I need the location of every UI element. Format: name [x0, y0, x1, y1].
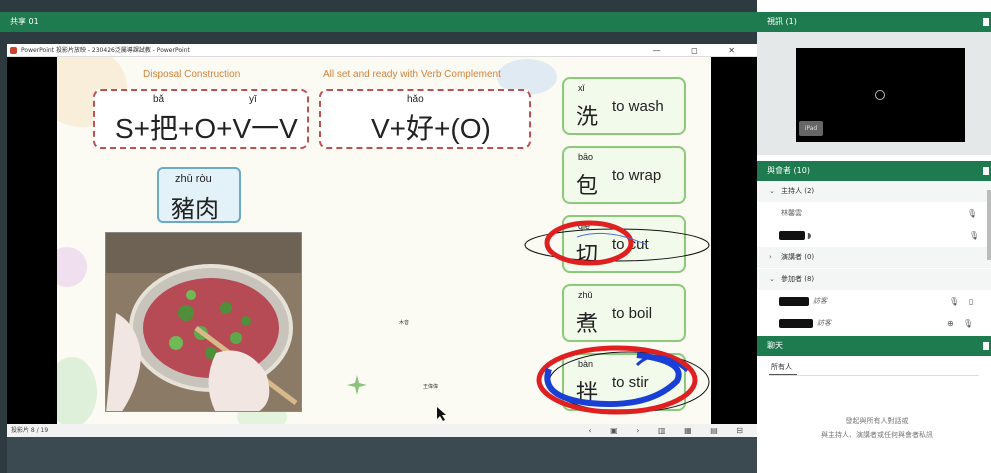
powerpoint-window[interactable]: PowerPoint 投影片放映 - 230426泛屬導課試教 - PowerP…	[7, 44, 757, 437]
cooking-photo-drawing	[106, 233, 301, 411]
slide-letterbox-left	[7, 57, 57, 424]
guest-label: 訪客	[817, 319, 831, 327]
attendee-row[interactable]: 訪客 ⊕ 🎙	[757, 313, 991, 334]
section-title-verb-complement: All set and ready with Verb Complement	[323, 69, 501, 80]
pork-pinyin: zhū ròu	[175, 173, 212, 185]
pork-hanzi: 豬肉	[171, 195, 219, 223]
redacted-name	[779, 319, 813, 328]
chevron-down-icon: ⌄	[769, 275, 775, 283]
device-phone-icon: ▯	[969, 297, 974, 306]
mic-off-icon[interactable]: 🎙	[963, 313, 973, 334]
redacted-name	[779, 297, 809, 306]
mic-off-icon[interactable]: 🎙	[949, 291, 959, 312]
panel-menu-icon[interactable]	[983, 167, 989, 175]
globe-icon: ⊕	[947, 319, 954, 328]
share-header: 共享 01	[0, 12, 757, 32]
presenter-cursor-label: 木音	[399, 320, 410, 326]
chevron-down-icon: ⌄	[769, 187, 775, 195]
verb-pinyin: xǐ	[578, 83, 585, 93]
attendees-scrollbar[interactable]	[987, 190, 991, 260]
ink-annotations	[524, 220, 710, 415]
share-bottom-bar	[7, 437, 757, 473]
slideshow-controls[interactable]: ‹ ▣ › ▥ ▦ ▤ ⊟	[588, 424, 751, 437]
attendee-row[interactable]: 林馨雲 🎙	[757, 203, 991, 224]
video-panel-title: 視訊 (1)	[767, 17, 797, 26]
attendee-name: 林馨雲	[781, 209, 802, 217]
video-panel-header[interactable]: 視訊 (1)	[757, 12, 991, 32]
chat-empty-hint-2: 與主持人、演講者或任何與會者私訊	[821, 431, 933, 439]
slide-letterbox-right	[711, 57, 757, 424]
section-title-disposal: Disposal Construction	[143, 69, 241, 80]
decor-blob	[57, 357, 97, 424]
verb-hanzi: 洗	[576, 105, 599, 130]
slide-counter: 投影片 8 / 19	[11, 427, 49, 434]
attendees-panel-header[interactable]: 與會者 (10)	[757, 161, 991, 181]
ppt-titlebar: PowerPoint 投影片放映 - 230426泛屬導課試教 - PowerP…	[7, 44, 757, 57]
chat-empty-hint-1: 發起與所有人對話或	[845, 417, 909, 425]
verb-pinyin: bāo	[578, 152, 594, 162]
formula-pinyin-yi: yī	[249, 94, 257, 105]
presenter-name-label: 王偉偉	[423, 384, 439, 390]
mic-off-icon[interactable]: 🎙	[967, 203, 977, 224]
panel-menu-icon[interactable]	[983, 342, 989, 350]
formula-box-complement: hǎo V+好+(O)	[319, 89, 531, 149]
ppt-status-bar: 投影片 8 / 19 ‹ ▣ › ▥ ▦ ▤ ⊟	[7, 424, 757, 437]
panel-menu-icon[interactable]	[983, 18, 989, 26]
group-label: 主持人 (2)	[781, 187, 815, 195]
attendee-row[interactable]: 訪客 🎙 ▯	[757, 291, 991, 312]
app-window: 共享 01 PowerPoint 投影片放映 - 230426泛屬導課試教 - …	[0, 0, 991, 473]
star-decor-icon	[347, 375, 367, 395]
formula-pinyin-hao: hǎo	[407, 94, 424, 105]
formula-disposal: S+把+O+V一V	[115, 113, 298, 144]
guest-label: 訪客	[813, 297, 827, 305]
vocab-card-pork: zhū ròu 豬肉	[157, 167, 241, 223]
formula-pinyin-ba: bǎ	[153, 94, 165, 105]
verb-card-wash: xǐ 洗 to wash	[562, 77, 686, 135]
mic-icon[interactable]: 🎙	[969, 225, 979, 246]
verb-english: to wash	[612, 98, 664, 115]
attendees-panel-title: 與會者 (10)	[767, 166, 810, 175]
powerpoint-logo-icon	[10, 47, 17, 54]
chat-divider	[769, 375, 979, 376]
group-label: 演講者 (0)	[781, 253, 815, 261]
group-participants[interactable]: ⌄ 參加者 (8)	[757, 269, 991, 290]
verb-english: to wrap	[612, 167, 662, 184]
video-pod: iPad	[757, 32, 991, 155]
loading-circle-icon	[875, 90, 885, 100]
verb-hanzi: 包	[576, 174, 599, 199]
speaking-icon: ◗	[807, 231, 812, 240]
share-area: 共享 01 PowerPoint 投影片放映 - 230426泛屬導課試教 - …	[0, 0, 757, 473]
window-controls[interactable]: — ◻ ✕	[653, 44, 749, 57]
video-source-label: iPad	[799, 121, 823, 136]
chat-panel-title: 聊天	[767, 341, 783, 350]
slide-canvas[interactable]: Disposal Construction All set and ready …	[57, 57, 711, 424]
group-hosts[interactable]: ⌄ 主持人 (2)	[757, 181, 991, 202]
verb-card-wrap: bāo 包 to wrap	[562, 146, 686, 204]
ppt-window-title: PowerPoint 投影片放映 - 230426泛屬導課試教 - PowerP…	[21, 47, 190, 54]
chat-tab-everyone[interactable]: 所有人	[771, 362, 792, 372]
group-label: 參加者 (8)	[781, 275, 815, 283]
mouse-cursor-icon	[437, 407, 446, 421]
cooking-photo	[105, 232, 302, 412]
attendee-row[interactable]: ◗ 🎙	[757, 225, 991, 246]
right-panel: 視訊 (1) iPad 與會者 (10) ⌄ 主持人 (2) 林馨雲 🎙 ◗ 🎙…	[757, 0, 991, 473]
redacted-name	[779, 231, 805, 240]
chevron-right-icon: ›	[769, 253, 772, 261]
group-presenters[interactable]: › 演講者 (0)	[757, 247, 991, 268]
formula-complement: V+好+(O)	[371, 113, 491, 144]
chat-panel-header[interactable]: 聊天	[757, 336, 991, 356]
decor-blob	[57, 247, 87, 287]
formula-box-disposal: bǎ yī S+把+O+V一V	[93, 89, 309, 149]
